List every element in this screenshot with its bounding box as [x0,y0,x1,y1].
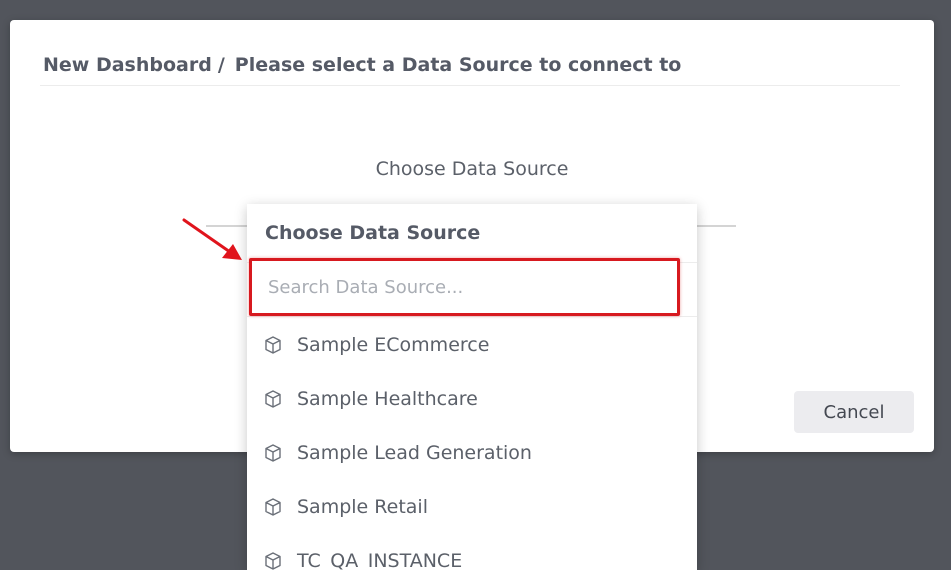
choose-data-source-trigger[interactable]: Choose Data Source [10,158,934,180]
breadcrumb-current: Please select a Data Source to connect t… [234,54,682,76]
data-source-item-label: TC_QA_INSTANCE [297,550,463,570]
data-source-item-tc-qa-instance[interactable]: TC_QA_INSTANCE [247,534,697,570]
data-source-item-label: Sample ECommerce [297,334,490,356]
dropdown-title: Choose Data Source [265,222,481,244]
search-data-source-input[interactable] [249,258,680,316]
dropdown-divider [247,316,697,317]
data-source-item-label: Sample Lead Generation [297,442,532,464]
data-source-item-label: Sample Retail [297,496,428,518]
breadcrumb-root[interactable]: New Dashboard [43,54,212,76]
data-source-list: Sample ECommerce Sample Healthcare Sampl… [247,318,697,570]
cube-icon [265,444,281,462]
data-source-dropdown: Choose Data Source Sample ECommerce Samp… [247,204,697,570]
cube-icon [265,390,281,408]
cube-icon [265,552,281,570]
cube-icon [265,498,281,516]
data-source-item-label: Sample Healthcare [297,388,478,410]
data-source-item-sample-lead-generation[interactable]: Sample Lead Generation [247,426,697,480]
data-source-item-sample-healthcare[interactable]: Sample Healthcare [247,372,697,426]
cancel-button[interactable]: Cancel [794,391,914,433]
cube-icon [265,336,281,354]
header-divider [40,85,900,86]
annotation-arrow-icon [182,218,242,260]
data-source-item-sample-ecommerce[interactable]: Sample ECommerce [247,318,697,372]
breadcrumb-separator: / [217,54,225,76]
breadcrumb: New Dashboard / Please select a Data Sourc… [43,54,681,76]
data-source-item-sample-retail[interactable]: Sample Retail [247,480,697,534]
